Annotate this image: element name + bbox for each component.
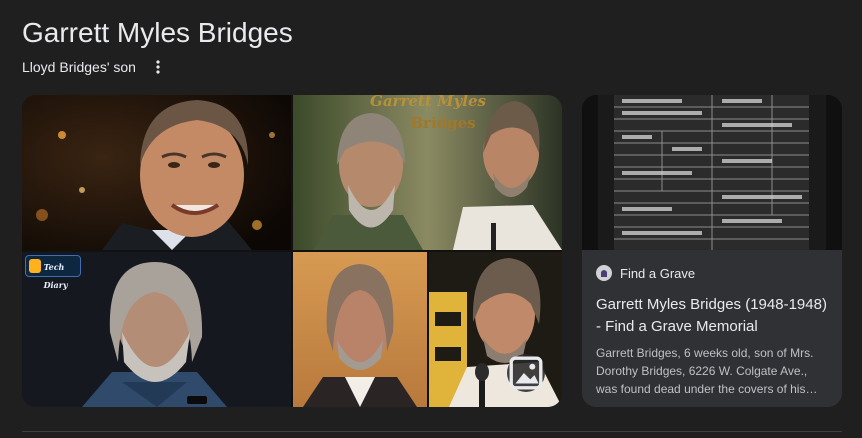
image-tile-2[interactable]: Garrett Myles Bridges: [293, 95, 562, 250]
source-card-title[interactable]: Garrett Myles Bridges (1948-1948) - Find…: [596, 294, 828, 338]
photo-collage-two-men: Garrett Myles Bridges: [293, 95, 562, 250]
photo-portrait-orange: [293, 252, 427, 407]
source-card-snippet: Garrett Bridges, 6 weeks old, son of Mrs…: [596, 346, 818, 396]
image-tile-5[interactable]: [429, 252, 562, 407]
image-grid: Garrett Myles Bridges The Tech Diary: [22, 95, 562, 407]
image-icon: [509, 356, 543, 390]
source-card-image: [582, 95, 842, 250]
photo-man-smiling: [22, 95, 291, 250]
more-options-button[interactable]: [148, 57, 168, 77]
image-tile-4[interactable]: [293, 252, 427, 407]
source-row: Find a Grave: [596, 260, 828, 286]
tech-diary-badge: The Tech Diary: [25, 252, 81, 289]
entity-subtitle: Lloyd Bridges' son: [22, 59, 136, 75]
watermark-line-1: Garrett Myles: [370, 95, 487, 110]
death-certificate-image: [582, 95, 842, 250]
image-tile-1[interactable]: [22, 95, 291, 250]
more-vert-icon: [156, 60, 160, 74]
watermark-line-2: Bridges: [410, 114, 475, 132]
image-search-button[interactable]: [507, 354, 545, 392]
tech-diary-logo-icon: [29, 259, 41, 273]
page-title: Garrett Myles Bridges: [22, 17, 293, 48]
section-divider: [22, 431, 842, 432]
badge-line-2: Diary: [43, 280, 68, 290]
image-tile-3[interactable]: The Tech Diary: [22, 252, 291, 407]
source-card-body: Find a Grave Garrett Myles Bridges (1948…: [596, 260, 828, 398]
subtitle-row: Lloyd Bridges' son: [22, 57, 168, 77]
source-name: Find a Grave: [620, 265, 696, 281]
find-a-grave-icon: [596, 265, 612, 281]
badge-line-1: The Tech: [43, 252, 65, 272]
source-card[interactable]: Find a Grave Garrett Myles Bridges (1948…: [582, 95, 842, 407]
